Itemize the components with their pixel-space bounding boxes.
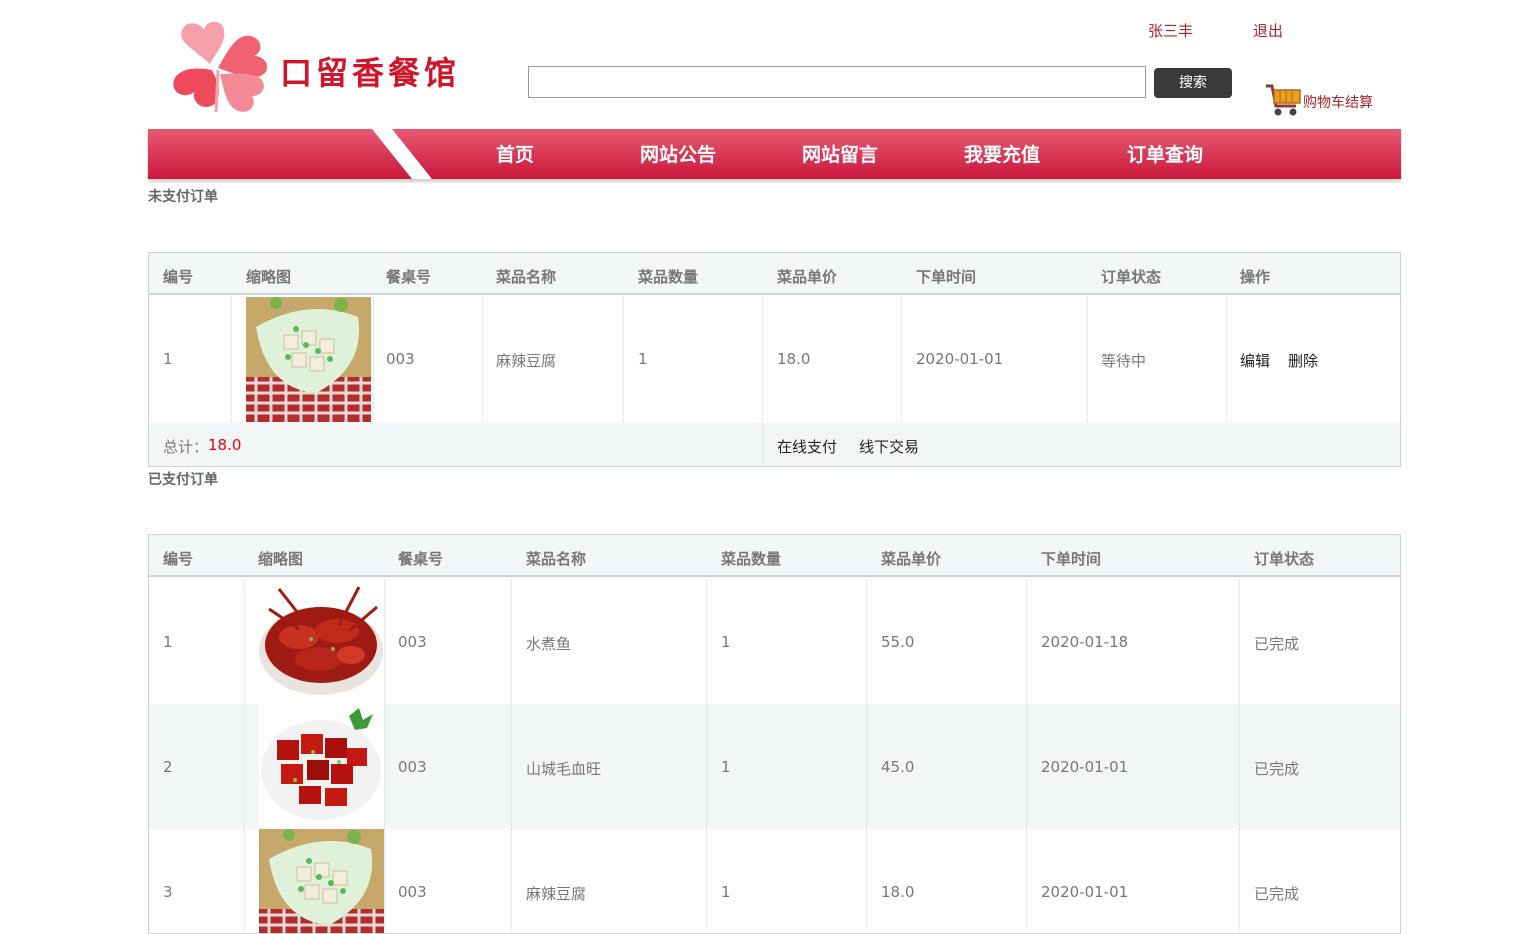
cell-time: 2020-01-01	[916, 350, 1004, 368]
col-header: 菜品单价	[881, 550, 942, 568]
site-logo[interactable]	[168, 12, 278, 120]
status-label: 已完成	[1254, 885, 1300, 903]
col-header: 餐桌号	[386, 268, 432, 286]
col-header: 菜品数量	[638, 268, 699, 286]
status-label: 已完成	[1254, 635, 1300, 653]
nav-messages[interactable]: 网站留言	[802, 140, 878, 167]
search-input[interactable]	[528, 66, 1146, 98]
table-header: 编号 缩略图 餐桌号 菜品名称 菜品数量 菜品单价 下单时间 订单状态	[149, 535, 1400, 577]
paid-orders-title: 已支付订单	[148, 472, 218, 488]
cell-dish-name: 麻辣豆腐	[496, 352, 557, 370]
cell-id: 1	[163, 350, 173, 368]
col-header: 订单状态	[1101, 268, 1162, 286]
cell-dish-name: 山城毛血旺	[526, 760, 602, 778]
col-header: 菜品名称	[526, 550, 587, 568]
col-header: 菜品名称	[496, 268, 557, 286]
user-name-link[interactable]: 张三丰	[1148, 20, 1193, 41]
site-name: 口留香餐馆	[280, 54, 461, 92]
table-row: 1 003 麻辣豆腐 1 18.0 2020-01-01 等待中 编辑 删除	[149, 297, 1400, 422]
cell-time: 2020-01-01	[1041, 883, 1129, 901]
cell-table-no: 003	[386, 350, 415, 368]
pay-online-link[interactable]: 在线支付	[777, 436, 837, 457]
col-header: 餐桌号	[398, 550, 444, 568]
nav-home[interactable]: 首页	[496, 140, 534, 167]
main-nav	[148, 129, 1401, 179]
cell-dish-name: 麻辣豆腐	[526, 885, 587, 903]
cell-time: 2020-01-01	[1041, 758, 1129, 776]
dish-thumbnail[interactable]	[259, 704, 384, 829]
logout-link[interactable]: 退出	[1253, 20, 1283, 41]
unpaid-orders-table: 编号 缩略图 餐桌号 菜品名称 菜品数量 菜品单价 下单时间 订单状态 操作 1	[148, 252, 1401, 467]
col-header: 下单时间	[916, 268, 977, 286]
cell-qty: 1	[721, 758, 731, 776]
cell-id: 2	[163, 758, 173, 776]
status-label: 已完成	[1254, 760, 1300, 778]
nav-order-query[interactable]: 订单查询	[1127, 140, 1203, 167]
cell-id: 1	[163, 633, 173, 651]
flower-logo-icon	[173, 21, 268, 113]
cell-time: 2020-01-18	[1041, 633, 1129, 651]
dish-thumbnail[interactable]	[259, 829, 384, 933]
col-header: 下单时间	[1041, 550, 1102, 568]
col-header: 菜品单价	[777, 268, 838, 286]
search-button[interactable]: 搜索	[1154, 68, 1232, 98]
col-header: 菜品数量	[721, 550, 782, 568]
cell-price: 45.0	[881, 758, 915, 776]
total-row: 总计： 18.0 在线支付 线下交易	[149, 423, 1400, 466]
total-label: 总计：	[163, 438, 209, 456]
table-header: 编号 缩略图 餐桌号 菜品名称 菜品数量 菜品单价 下单时间 订单状态 操作	[149, 253, 1400, 295]
braised-pork-dish-icon	[259, 704, 384, 829]
dish-thumbnail[interactable]	[246, 297, 371, 422]
cell-table-no: 003	[398, 883, 427, 901]
cell-table-no: 003	[398, 758, 427, 776]
col-header: 订单状态	[1254, 550, 1315, 568]
col-header: 编号	[163, 550, 194, 568]
status-label: 等待中	[1101, 352, 1147, 370]
cell-price: 18.0	[777, 350, 811, 368]
cell-table-no: 003	[398, 633, 427, 651]
pay-offline-link[interactable]: 线下交易	[859, 436, 919, 457]
nav-recharge[interactable]: 我要充值	[964, 140, 1040, 167]
tofu-dish-icon	[246, 297, 371, 422]
shopping-cart-icon	[1266, 84, 1301, 116]
cell-qty: 1	[638, 350, 648, 368]
col-header: 缩略图	[258, 550, 304, 568]
cell-qty: 1	[721, 883, 731, 901]
delete-link[interactable]: 删除	[1288, 350, 1318, 371]
table-row: 3 003 麻辣豆腐 1 18.0 2020-01-01 已完成	[149, 829, 1400, 933]
crayfish-dish-icon	[259, 579, 384, 704]
cell-qty: 1	[721, 633, 731, 651]
total-value: 18.0	[208, 436, 242, 454]
cart-checkout-link[interactable]: 购物车结算	[1264, 82, 1373, 118]
table-row: 2 003 山城毛血旺 1 45.0 2020-01-01 已完成	[149, 704, 1400, 829]
cell-price: 18.0	[881, 883, 915, 901]
nav-announcements[interactable]: 网站公告	[640, 140, 716, 167]
tofu-dish-icon	[259, 829, 384, 933]
col-header: 操作	[1240, 268, 1271, 286]
cell-price: 55.0	[881, 633, 915, 651]
cart-label: 购物车结算	[1303, 95, 1373, 111]
cell-dish-name: 水煮鱼	[526, 635, 572, 653]
edit-link[interactable]: 编辑	[1240, 350, 1270, 371]
paid-orders-table: 编号 缩略图 餐桌号 菜品名称 菜品数量 菜品单价 下单时间 订单状态 1 00…	[148, 534, 1401, 934]
table-row: 1 003 水煮鱼 1 55.0 2020-01-18 已完成	[149, 579, 1400, 704]
cell-id: 3	[163, 883, 173, 901]
unpaid-orders-title: 未支付订单	[148, 189, 218, 205]
dish-thumbnail[interactable]	[259, 579, 384, 704]
col-header: 编号	[163, 268, 194, 286]
col-header: 缩略图	[246, 268, 292, 286]
nav-divider	[372, 129, 432, 179]
